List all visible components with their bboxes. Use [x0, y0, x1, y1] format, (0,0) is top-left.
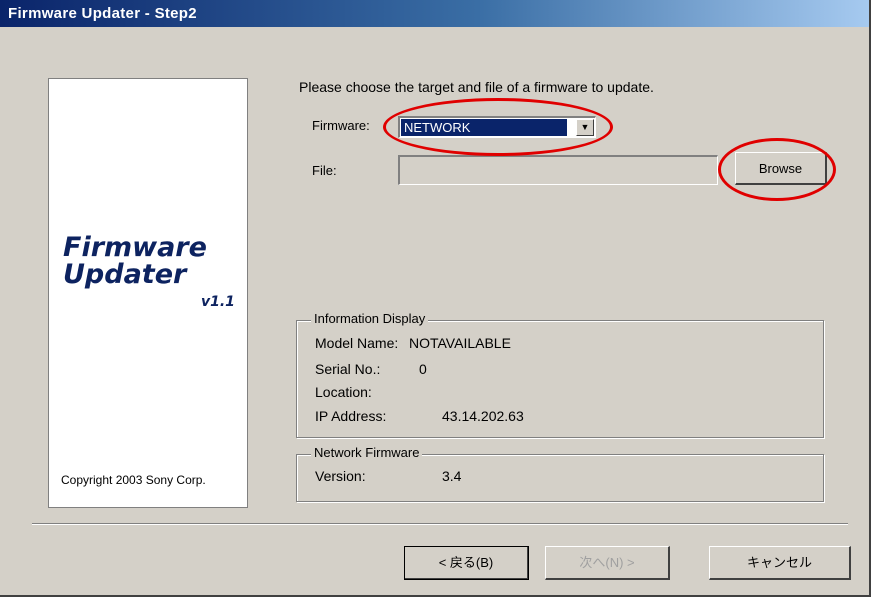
file-path-field[interactable] — [398, 155, 718, 185]
version-value: 3.4 — [442, 468, 462, 484]
network-firmware-title: Network Firmware — [311, 445, 423, 460]
network-firmware-group: Network Firmware Version: 3.4 — [296, 445, 824, 502]
serial-value: 0 — [419, 361, 427, 377]
firmware-updater-window: Firmware Updater - Step2 Firmware Update… — [0, 0, 871, 597]
separator-line — [32, 523, 848, 525]
logo-text-firmware: Firmware — [63, 232, 207, 263]
version-label: Version: — [315, 468, 366, 484]
logo-text-updater: Updater — [63, 259, 187, 290]
model-name-value: NOTAVAILABLE — [409, 335, 511, 351]
ip-address-value: 43.14.202.63 — [442, 408, 524, 424]
back-button[interactable]: < 戻る(B) — [404, 546, 529, 580]
logo-panel: Firmware Updater v1.1 Copyright 2003 Son… — [48, 78, 248, 508]
cancel-button[interactable]: キャンセル — [709, 546, 851, 580]
firmware-select[interactable]: NETWORK ▼ — [398, 116, 596, 138]
serial-label: Serial No.: — [315, 361, 381, 377]
firmware-label: Firmware: — [312, 118, 370, 133]
copyright-text: Copyright 2003 Sony Corp. — [61, 473, 206, 487]
dropdown-arrow-icon[interactable]: ▼ — [576, 119, 594, 136]
instruction-text: Please choose the target and file of a f… — [299, 79, 654, 95]
information-display-group: Information Display Model Name: NOTAVAIL… — [296, 311, 824, 438]
model-name-label: Model Name: — [315, 335, 399, 351]
location-label: Location: — [315, 384, 372, 400]
ip-address-label: IP Address: — [315, 408, 387, 424]
firmware-selected-value: NETWORK — [401, 119, 567, 136]
logo-version: v1.1 — [201, 294, 235, 310]
information-display-title: Information Display — [311, 311, 429, 326]
file-label: File: — [312, 163, 337, 178]
browse-button[interactable]: Browse — [735, 152, 827, 185]
next-button[interactable]: 次へ(N) > — [545, 546, 670, 580]
window-title: Firmware Updater - Step2 — [8, 5, 197, 22]
title-bar[interactable]: Firmware Updater - Step2 — [0, 0, 869, 27]
